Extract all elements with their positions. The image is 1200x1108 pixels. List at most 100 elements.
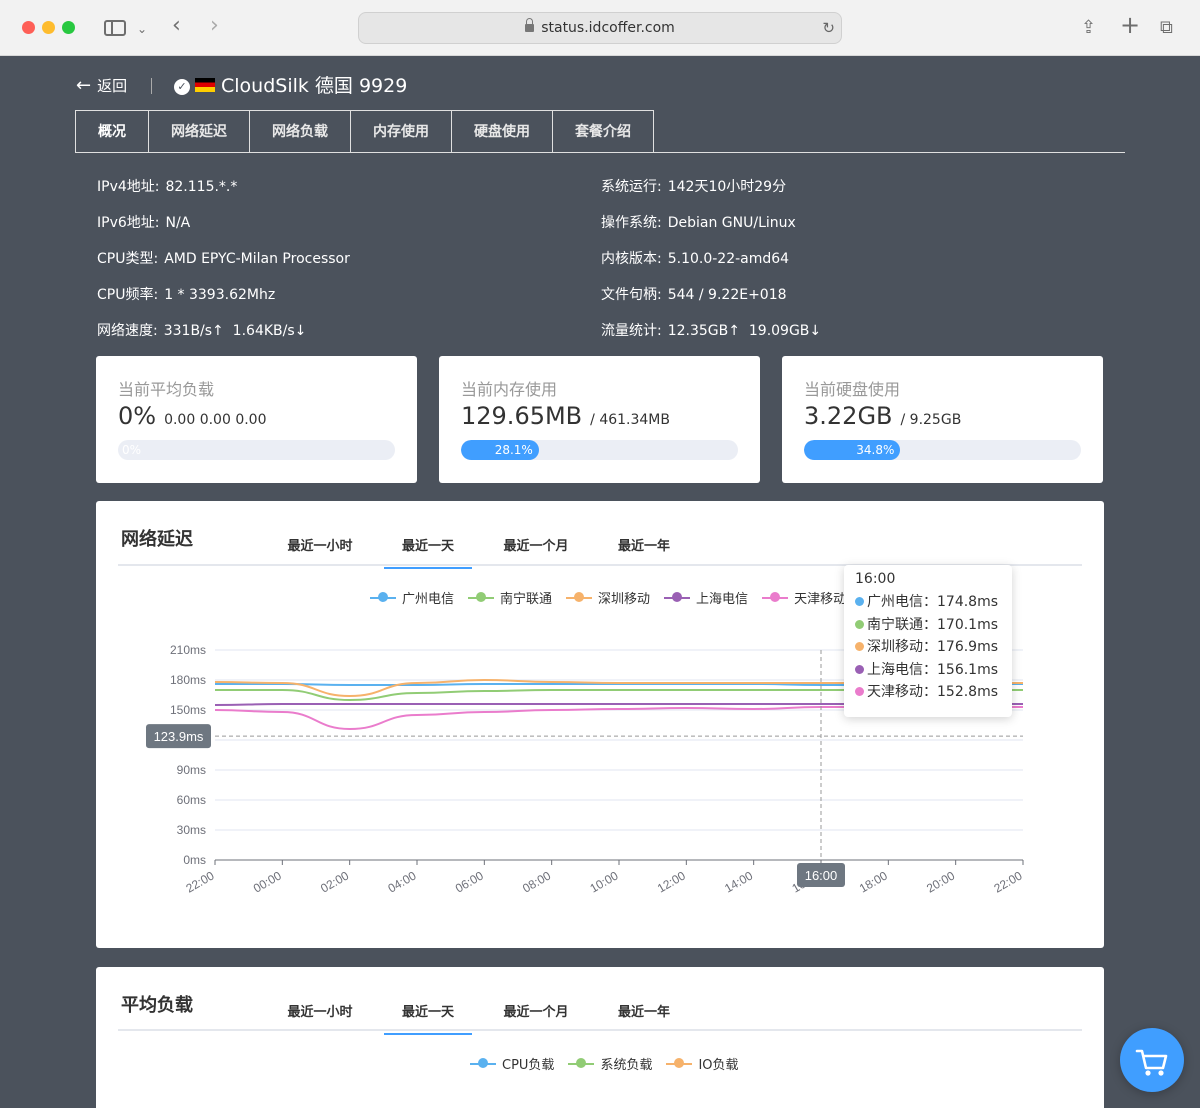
tabs-overview-icon[interactable]: ⧉ [1160, 16, 1173, 40]
tooltip-colon: ： [923, 639, 937, 655]
x-tick-label: 08:00 [520, 868, 553, 895]
back-nav-icon[interactable]: ‹ [172, 14, 181, 38]
legend-item[interactable]: 系统负载 [568, 1054, 652, 1073]
info-row: 流量统计: 12.35GB↑ 19.09GB↓ [601, 321, 821, 341]
tooltip-series: 广州电信 [867, 594, 923, 610]
chevron-down-icon[interactable]: ⌄ [137, 17, 147, 41]
progress-bar: 0% [118, 440, 395, 460]
address-bar[interactable]: status.idcoffer.com ↻ [358, 12, 842, 44]
range-tab[interactable]: 最近一天 [374, 1001, 482, 1035]
zoom-window-button[interactable] [62, 21, 75, 34]
info-key: CPU类型: [97, 251, 159, 267]
card-title: 当前硬盘使用 [804, 380, 901, 399]
tooltip-colon: ： [923, 684, 937, 700]
legend-marker-icon [568, 1057, 595, 1068]
progress-fill: 34.8% [804, 440, 901, 460]
x-tick-label: 04:00 [385, 868, 418, 895]
x-tick-label: 14:00 [722, 868, 755, 895]
card-value-wrap: 129.65MB / 461.34MB [461, 402, 670, 430]
tabs-divider [75, 152, 1125, 153]
range-tab[interactable]: 最近一年 [590, 1001, 698, 1031]
tooltip-value: 174.8ms [937, 594, 999, 610]
usage-card: 当前平均负载 0% 0.00 0.00 0.00 0% [96, 356, 417, 483]
info-value: 12.35GB↑ 19.09GB↓ [667, 323, 822, 339]
x-tick-label: 18:00 [857, 868, 890, 895]
x-tick-label: 22:00 [991, 868, 1024, 895]
info-row: 系统运行: 142天10小时29分 [601, 177, 786, 197]
tooltip-row: 上海电信：156.1ms [855, 659, 1001, 682]
info-value: 82.115.*.* [165, 179, 238, 195]
url-text: status.idcoffer.com [541, 20, 675, 36]
tab-0[interactable]: 概况 [75, 110, 149, 153]
share-icon[interactable]: ⇪ [1081, 16, 1096, 40]
tab-3[interactable]: 内存使用 [351, 110, 452, 153]
usage-card: 当前硬盘使用 3.22GB / 9.25GB 34.8% [782, 356, 1103, 483]
card-title: 当前内存使用 [461, 380, 558, 399]
info-value: 142天10小时29分 [667, 179, 787, 195]
tooltip-colon: ： [923, 661, 937, 678]
back-link[interactable]: ← 返回 [76, 74, 127, 98]
info-key: IPv6地址: [97, 215, 160, 231]
cart-icon [1135, 1049, 1168, 1076]
legend-item[interactable]: IO负载 [666, 1054, 739, 1073]
tooltip-series: 天津移动 [867, 684, 923, 700]
info-value: N/A [165, 215, 191, 231]
info-value: 1 * 3393.62Mhz [164, 287, 276, 303]
load-range-tabs: 最近一小时 最近一天 最近一个月 最近一年 [266, 1001, 698, 1035]
info-row: 文件句柄: 544 / 9.22E+018 [601, 285, 787, 305]
info-key: 系统运行: [601, 179, 662, 195]
legend-label: 系统负载 [600, 1058, 653, 1073]
close-window-button[interactable] [22, 21, 35, 34]
x-tick-label: 22:00 [183, 868, 216, 895]
chart-tooltip: 16:00 广州电信：174.8ms 南宁联通：170.1ms 深圳移动：176.9… [844, 565, 1012, 717]
arrow-left-icon: ← [76, 75, 92, 96]
progress-fill: 0% [122, 443, 142, 457]
forward-nav-icon[interactable]: › [210, 14, 219, 38]
load-panel: 平均负载 最近一小时 最近一天 最近一个月 最近一年 CPU负载 系统负载 IO负载 [96, 967, 1104, 1108]
tooltip-value: 152.8ms [937, 684, 999, 700]
tab-1[interactable]: 网络延迟 [149, 110, 250, 153]
info-value: 544 / 9.22E+018 [667, 287, 787, 303]
card-value: 129.65MB [461, 402, 583, 430]
reload-icon[interactable]: ↻ [822, 13, 835, 43]
info-key: 流量统计: [601, 323, 662, 339]
check-circle-icon: ✓ [174, 79, 190, 95]
legend-marker-icon [666, 1057, 693, 1068]
tab-4[interactable]: 硬盘使用 [452, 110, 553, 153]
info-row: 网络速度: 331B/s↑ 1.64KB/s↓ [97, 321, 306, 341]
series-dot-icon [855, 687, 864, 696]
info-row: IPv4地址: 82.115.*.* [97, 177, 237, 197]
minimize-window-button[interactable] [42, 21, 55, 34]
sidebar-toggle-icon[interactable] [104, 20, 126, 36]
y-tick-label: 30ms [177, 823, 206, 837]
legend-item[interactable]: CPU负载 [470, 1054, 554, 1073]
tab-5[interactable]: 套餐介绍 [553, 110, 654, 153]
range-tab[interactable]: 最近一小时 [266, 1001, 374, 1031]
panel-divider [118, 1029, 1082, 1031]
legend-marker-icon [470, 1057, 496, 1068]
y-tick-label: 0ms [183, 853, 206, 867]
info-row: 内核版本: 5.10.0-22-amd64 [601, 249, 789, 269]
y-tick-label: 60ms [177, 793, 206, 807]
tooltip-colon: ： [923, 616, 937, 633]
legend-label: IO负载 [698, 1058, 739, 1073]
info-key: IPv4地址: [97, 179, 160, 195]
tooltip-row: 南宁联通：170.1ms [855, 614, 1001, 637]
shopping-cart-button[interactable] [1120, 1028, 1184, 1092]
new-tab-icon[interactable]: + [1120, 13, 1140, 37]
germany-flag-icon [195, 78, 215, 92]
y-tick-label: 180ms [170, 673, 206, 687]
y-tick-label: 90ms [177, 763, 206, 777]
info-key: 操作系统: [601, 215, 662, 231]
crosshair-y-label: 123.9ms [154, 729, 204, 744]
series-dot-icon [855, 597, 864, 606]
tooltip-value: 170.1ms [937, 616, 999, 633]
card-value-wrap: 3.22GB / 9.25GB [804, 402, 961, 430]
tab-2[interactable]: 网络负载 [250, 110, 351, 153]
info-key: CPU频率: [97, 287, 159, 303]
info-row: IPv6地址: N/A [97, 213, 190, 233]
info-row: 操作系统: Debian GNU/Linux [601, 213, 796, 233]
info-value: AMD EPYC-Milan Processor [164, 251, 350, 267]
range-tab[interactable]: 最近一个月 [482, 1001, 590, 1031]
tooltip-row: 深圳移动：176.9ms [855, 636, 1001, 659]
